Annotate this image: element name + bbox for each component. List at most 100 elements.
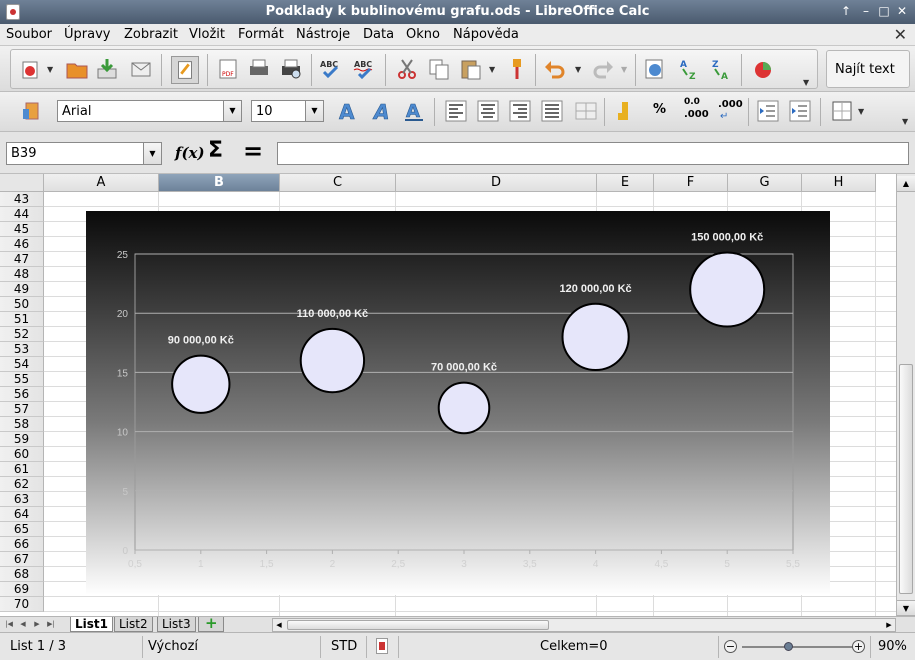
menu-vlozit[interactable]: Vložit (189, 27, 225, 42)
decrease-indent-icon[interactable] (756, 99, 780, 123)
sort-descending-icon[interactable]: ZA (709, 57, 733, 81)
toolbar-overflow-icon[interactable]: ▼ (803, 78, 809, 87)
row-header[interactable]: 60 (0, 447, 44, 462)
row-header[interactable]: 61 (0, 462, 44, 477)
edit-mode-icon[interactable] (171, 56, 199, 84)
zoom-in-icon[interactable]: + (852, 640, 865, 653)
merge-cells-icon[interactable] (574, 99, 598, 123)
row-header[interactable]: 64 (0, 507, 44, 522)
cut-icon[interactable] (395, 57, 419, 81)
row-header[interactable]: 55 (0, 372, 44, 387)
styles-icon[interactable] (20, 99, 44, 123)
row-header[interactable]: 63 (0, 492, 44, 507)
bubble-chart[interactable]: 0 5 10 15 20 25 0,5 1 1,5 2 2,5 3 3,5 4 4,5 5 5,5 90 000… (86, 211, 830, 595)
new-document-icon[interactable] (19, 57, 43, 81)
menu-upravy[interactable]: Úpravy (64, 27, 110, 42)
sum-display[interactable]: Celkem=0 (540, 639, 608, 654)
column-header-h[interactable]: H (802, 174, 876, 192)
scroll-up-icon[interactable]: ▲ (897, 176, 915, 192)
vertical-scrollbar[interactable]: ▲ ▼ (896, 174, 915, 616)
row-header[interactable]: 50 (0, 297, 44, 312)
column-header-g[interactable]: G (728, 174, 802, 192)
sort-ascending-icon[interactable]: AZ (677, 57, 701, 81)
menu-okno[interactable]: Okno (406, 27, 440, 42)
scroll-down-icon[interactable]: ▼ (897, 600, 915, 616)
paste-icon[interactable] (459, 57, 483, 81)
print-icon[interactable] (247, 57, 271, 81)
row-header[interactable]: 53 (0, 342, 44, 357)
row-header[interactable]: 43 (0, 192, 44, 207)
borders-dropdown-icon[interactable]: ▼ (858, 107, 864, 116)
email-icon[interactable] (129, 57, 153, 81)
formula-equal-icon[interactable]: = (243, 137, 263, 165)
zoom-slider[interactable] (742, 646, 854, 648)
menu-napoveda[interactable]: Nápověda (453, 27, 519, 42)
close-window-icon[interactable]: ✕ (894, 3, 910, 19)
row-header[interactable]: 70 (0, 597, 44, 612)
last-sheet-icon[interactable]: ▶| (45, 618, 57, 631)
zoom-slider-knob[interactable] (784, 642, 793, 651)
row-header[interactable]: 69 (0, 582, 44, 597)
find-text-label[interactable]: Najít text (835, 62, 895, 77)
document-modified-icon[interactable] (376, 638, 388, 654)
function-wizard-icon[interactable]: f(x) (175, 144, 205, 162)
zoom-out-icon[interactable]: − (724, 640, 737, 653)
align-center-icon[interactable] (476, 99, 500, 123)
currency-format-icon[interactable] (614, 99, 638, 123)
sheet-tab-list1[interactable]: List1 (70, 617, 113, 632)
row-header[interactable]: 52 (0, 327, 44, 342)
horizontal-scrollbar[interactable]: ◀ ▶ (272, 618, 896, 632)
row-header[interactable]: 57 (0, 402, 44, 417)
font-name-dropdown-icon[interactable]: ▼ (223, 101, 241, 121)
close-document-icon[interactable]: ✕ (894, 25, 907, 44)
format-toolbar-overflow-icon[interactable]: ▼ (902, 117, 908, 126)
scroll-left-icon[interactable]: ◀ (273, 619, 285, 631)
redo-dropdown-icon[interactable]: ▼ (621, 65, 627, 74)
save-icon[interactable] (95, 57, 119, 81)
row-header[interactable]: 51 (0, 312, 44, 327)
row-header[interactable]: 48 (0, 267, 44, 282)
undo-icon[interactable] (543, 57, 567, 81)
keep-above-icon[interactable]: ↑ (838, 3, 854, 19)
next-sheet-icon[interactable]: ▶ (31, 618, 43, 631)
row-header[interactable]: 56 (0, 387, 44, 402)
selection-mode[interactable]: STD (331, 639, 357, 654)
column-header-d[interactable]: D (396, 174, 597, 192)
formula-input[interactable] (277, 142, 909, 165)
align-left-icon[interactable] (444, 99, 468, 123)
font-name-combo[interactable]: Arial ▼ (57, 100, 242, 122)
insert-chart-icon[interactable] (751, 57, 775, 81)
column-header-e[interactable]: E (597, 174, 654, 192)
undo-dropdown-icon[interactable]: ▼ (575, 65, 581, 74)
row-header[interactable]: 65 (0, 522, 44, 537)
row-header[interactable]: 47 (0, 252, 44, 267)
column-header-f[interactable]: F (654, 174, 728, 192)
paste-dropdown-icon[interactable]: ▼ (489, 65, 495, 74)
sheet-tab-list3[interactable]: List3 (157, 617, 196, 632)
row-header[interactable]: 49 (0, 282, 44, 297)
borders-icon[interactable] (830, 99, 854, 123)
sum-icon[interactable]: Σ (208, 138, 223, 163)
vertical-scroll-thumb[interactable] (899, 364, 913, 594)
underline-icon[interactable]: A (402, 99, 426, 123)
thousands-format-button[interactable]: 0.0 .000 (682, 97, 709, 125)
copy-icon[interactable] (427, 57, 451, 81)
bold-icon[interactable]: A (336, 99, 360, 123)
column-header-a[interactable]: A (44, 174, 159, 192)
redo-icon[interactable] (591, 57, 615, 81)
italic-icon[interactable]: A (370, 99, 394, 123)
row-header[interactable]: 62 (0, 477, 44, 492)
clone-formatting-icon[interactable] (505, 57, 529, 81)
font-size-dropdown-icon[interactable]: ▼ (305, 101, 323, 121)
spellcheck-icon[interactable]: ABC (319, 57, 343, 81)
row-header[interactable]: 59 (0, 432, 44, 447)
prev-sheet-icon[interactable]: ◀ (17, 618, 29, 631)
menu-zobrazit[interactable]: Zobrazit (124, 27, 178, 42)
add-decimal-button[interactable]: .000 ↵ (716, 99, 743, 125)
select-all-corner[interactable] (0, 174, 44, 192)
row-header[interactable]: 45 (0, 222, 44, 237)
minimize-icon[interactable]: – (858, 3, 874, 19)
row-header[interactable]: 44 (0, 207, 44, 222)
autospellcheck-icon[interactable]: ABC (353, 57, 377, 81)
justify-icon[interactable] (540, 99, 564, 123)
